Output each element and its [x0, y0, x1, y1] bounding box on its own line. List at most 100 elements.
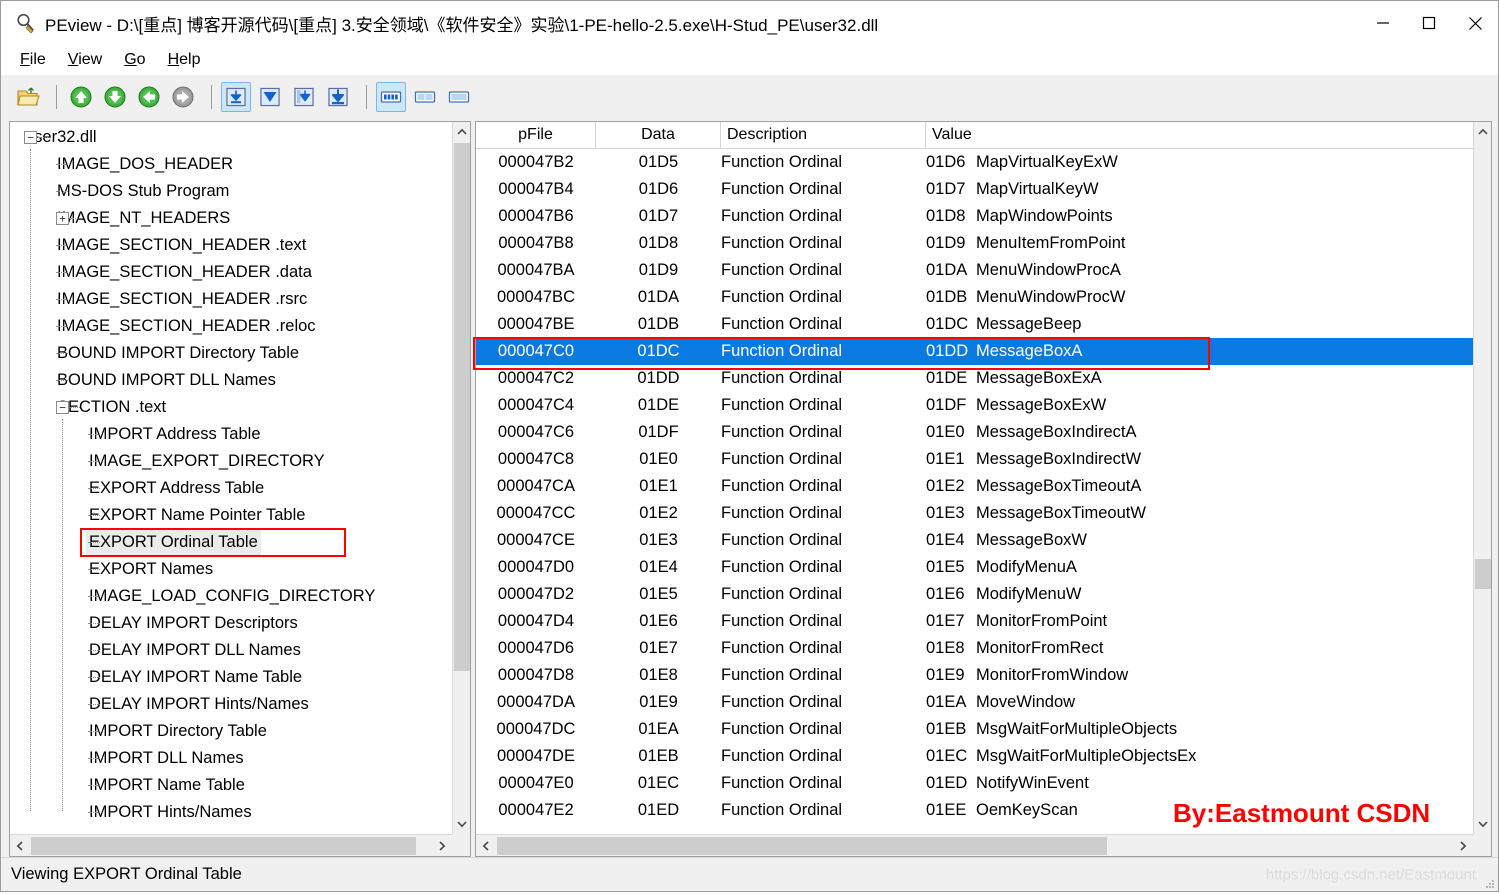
- table-row[interactable]: 000047D0 01E4 Function Ordinal 01E5 ModifyMe…: [476, 554, 1473, 581]
- close-button[interactable]: [1452, 1, 1498, 45]
- tree-item[interactable]: DELAY IMPORT Hints/Names: [10, 691, 452, 718]
- tree-item[interactable]: BOUND IMPORT Directory Table: [10, 340, 452, 367]
- scroll-right-icon[interactable]: [432, 835, 452, 856]
- tree-item[interactable]: IMPORT Directory Table: [10, 718, 452, 745]
- scroll-up-icon[interactable]: [1474, 122, 1491, 142]
- table-row[interactable]: 000047B2 01D5 Function Ordinal 01D6 MapVirtu…: [476, 149, 1473, 176]
- tree-item[interactable]: IMPORT Hints/Names: [10, 799, 452, 826]
- column-header-description[interactable]: Description: [721, 122, 926, 148]
- tree-item[interactable]: + IMAGE_NT_HEADERS: [10, 205, 452, 232]
- tree-item[interactable]: EXPORT Names: [10, 556, 452, 583]
- tree-item[interactable]: EXPORT Name Pointer Table: [10, 502, 452, 529]
- list-vscroll-thumb[interactable]: [1475, 559, 1491, 589]
- scroll-up-icon[interactable]: [453, 122, 470, 142]
- table-row[interactable]: 000047B4 01D6 Function Ordinal 01D7 MapVirtu…: [476, 176, 1473, 203]
- column-header-data[interactable]: Data: [596, 122, 721, 148]
- table-row[interactable]: 000047C6 01DF Function Ordinal 01E0 MessageB…: [476, 419, 1473, 446]
- data-list[interactable]: 000047B2 01D5 Function Ordinal 01D6 MapVirtu…: [476, 149, 1473, 834]
- table-row[interactable]: 000047B8 01D8 Function Ordinal 01D9 MenuItem…: [476, 230, 1473, 257]
- tree-item[interactable]: IMPORT Name Table: [10, 772, 452, 799]
- table-row[interactable]: 000047CA 01E1 Function Ordinal 01E2 MessageB…: [476, 473, 1473, 500]
- tree-item[interactable]: IMAGE_LOAD_CONFIG_DIRECTORY: [10, 583, 452, 610]
- tree-item[interactable]: IMAGE_EXPORT_DIRECTORY: [10, 448, 452, 475]
- tree-item[interactable]: EXPORT Address Table: [10, 475, 452, 502]
- data-list-pane: pFile Data Description Value 000047B2 01D5 Fu…: [475, 121, 1492, 857]
- menu-item-go[interactable]: Go: [115, 49, 154, 71]
- table-row[interactable]: 000047E0 01EC Function Ordinal 01ED NotifyWi…: [476, 770, 1473, 797]
- maximize-button[interactable]: [1406, 1, 1452, 45]
- view-drilldown-icon[interactable]: [323, 82, 353, 112]
- scroll-left-icon[interactable]: [10, 835, 30, 856]
- arrow-up-icon[interactable]: [66, 82, 96, 112]
- scroll-down-icon[interactable]: [1474, 814, 1491, 834]
- list-hscroll-thumb[interactable]: [497, 837, 1107, 855]
- minimize-button[interactable]: [1360, 1, 1406, 45]
- arrow-back-icon[interactable]: [134, 82, 164, 112]
- table-row[interactable]: 000047C8 01E0 Function Ordinal 01E1 MessageB…: [476, 446, 1473, 473]
- column-header-pfile[interactable]: pFile: [476, 122, 596, 148]
- tree-item[interactable]: BOUND IMPORT DLL Names: [10, 367, 452, 394]
- table-row[interactable]: 000047BE 01DB Function Ordinal 01DC MessageB…: [476, 311, 1473, 338]
- table-row[interactable]: 000047D4 01E6 Function Ordinal 01E7 MonitorF…: [476, 608, 1473, 635]
- tree-vscroll-thumb[interactable]: [454, 143, 470, 671]
- list-horizontal-scrollbar[interactable]: [476, 834, 1473, 856]
- table-row[interactable]: 000047DE 01EB Function Ordinal 01EC MsgWaitF…: [476, 743, 1473, 770]
- view-collapse-icon[interactable]: [255, 82, 285, 112]
- view-hex-icon[interactable]: [221, 82, 251, 112]
- tree-item[interactable]: − SECTION .text: [10, 394, 452, 421]
- menu-item-help[interactable]: Help: [159, 49, 210, 71]
- tree-item[interactable]: IMAGE_SECTION_HEADER .reloc: [10, 313, 452, 340]
- tree-item[interactable]: IMAGE_SECTION_HEADER .text: [10, 232, 452, 259]
- table-row[interactable]: 000047DA 01E9 Function Ordinal 01EA MoveWind…: [476, 689, 1473, 716]
- tree-hscroll-thumb[interactable]: [31, 837, 416, 855]
- collapse-icon[interactable]: −: [56, 401, 69, 414]
- table-row[interactable]: 000047D2 01E5 Function Ordinal 01E6 ModifyMe…: [476, 581, 1473, 608]
- tree-item[interactable]: DELAY IMPORT Descriptors: [10, 610, 452, 637]
- tree-vertical-scrollbar[interactable]: [452, 122, 470, 834]
- arrow-down-icon[interactable]: [100, 82, 130, 112]
- table-row[interactable]: 000047D8 01E8 Function Ordinal 01E9 MonitorF…: [476, 662, 1473, 689]
- table-row[interactable]: 000047C4 01DE Function Ordinal 01DF MessageB…: [476, 392, 1473, 419]
- table-row[interactable]: 000047CC 01E2 Function Ordinal 01E3 MessageB…: [476, 500, 1473, 527]
- layout-split-icon[interactable]: [410, 82, 440, 112]
- menu-item-view[interactable]: View: [59, 49, 111, 71]
- table-row[interactable]: 000047C0 01DC Function Ordinal 01DD MessageB…: [476, 338, 1473, 365]
- tree-item[interactable]: IMPORT Address Table: [10, 421, 452, 448]
- tree-item[interactable]: IMAGE_DOS_HEADER: [10, 151, 452, 178]
- tree-item[interactable]: EXPORT Ordinal Table: [10, 529, 452, 556]
- table-row[interactable]: 000047CE 01E3 Function Ordinal 01E4 MessageB…: [476, 527, 1473, 554]
- tree-item[interactable]: MS-DOS Stub Program: [10, 178, 452, 205]
- layout-single-icon[interactable]: [444, 82, 474, 112]
- arrow-forward-icon[interactable]: [168, 82, 198, 112]
- collapse-icon[interactable]: −: [24, 131, 37, 144]
- cell-description: Function Ordinal: [721, 693, 843, 711]
- table-row[interactable]: 000047BA 01D9 Function Ordinal 01DA MenuWind…: [476, 257, 1473, 284]
- table-row[interactable]: 000047D6 01E7 Function Ordinal 01E8 MonitorF…: [476, 635, 1473, 662]
- scroll-down-icon[interactable]: [453, 814, 470, 834]
- table-row[interactable]: 000047E2 01ED Function Ordinal 01EE OemKeySc…: [476, 797, 1473, 824]
- scroll-left-icon[interactable]: [476, 835, 496, 856]
- table-row[interactable]: 000047C2 01DD Function Ordinal 01DE MessageB…: [476, 365, 1473, 392]
- tree-item[interactable]: IMAGE_SECTION_HEADER .data: [10, 259, 452, 286]
- tree-item[interactable]: IMPORT DLL Names: [10, 745, 452, 772]
- table-row[interactable]: 000047B6 01D7 Function Ordinal 01D8 MapWindo…: [476, 203, 1473, 230]
- structure-tree[interactable]: − user32.dll IMAGE_DOS_HEADER MS-DOS Stub P…: [10, 122, 452, 834]
- view-expand-icon[interactable]: [289, 82, 319, 112]
- tree-item[interactable]: IMAGE_SECTION_HEADER .rsrc: [10, 286, 452, 313]
- open-file-icon[interactable]: [13, 82, 43, 112]
- tree-item[interactable]: DELAY IMPORT DLL Names: [10, 637, 452, 664]
- table-row[interactable]: 000047BC 01DA Function Ordinal 01DB MenuWind…: [476, 284, 1473, 311]
- scroll-right-icon[interactable]: [1453, 835, 1473, 856]
- list-vertical-scrollbar[interactable]: [1473, 122, 1491, 834]
- table-row[interactable]: 000047DC 01EA Function Ordinal 01EB MsgWaitF…: [476, 716, 1473, 743]
- expand-icon[interactable]: +: [56, 212, 69, 225]
- column-header-value[interactable]: Value: [926, 122, 1473, 148]
- tree-item[interactable]: DELAY IMPORT Name Table: [10, 664, 452, 691]
- menu-item-file[interactable]: File: [11, 49, 55, 71]
- cell-description: Function Ordinal: [721, 396, 843, 414]
- layout-columns-icon[interactable]: [376, 82, 406, 112]
- cell-pfile: 000047CA: [497, 477, 575, 495]
- tree-horizontal-scrollbar[interactable]: [10, 834, 452, 856]
- tree-item[interactable]: − user32.dll: [10, 124, 452, 151]
- resize-grip-icon[interactable]: [1483, 876, 1495, 888]
